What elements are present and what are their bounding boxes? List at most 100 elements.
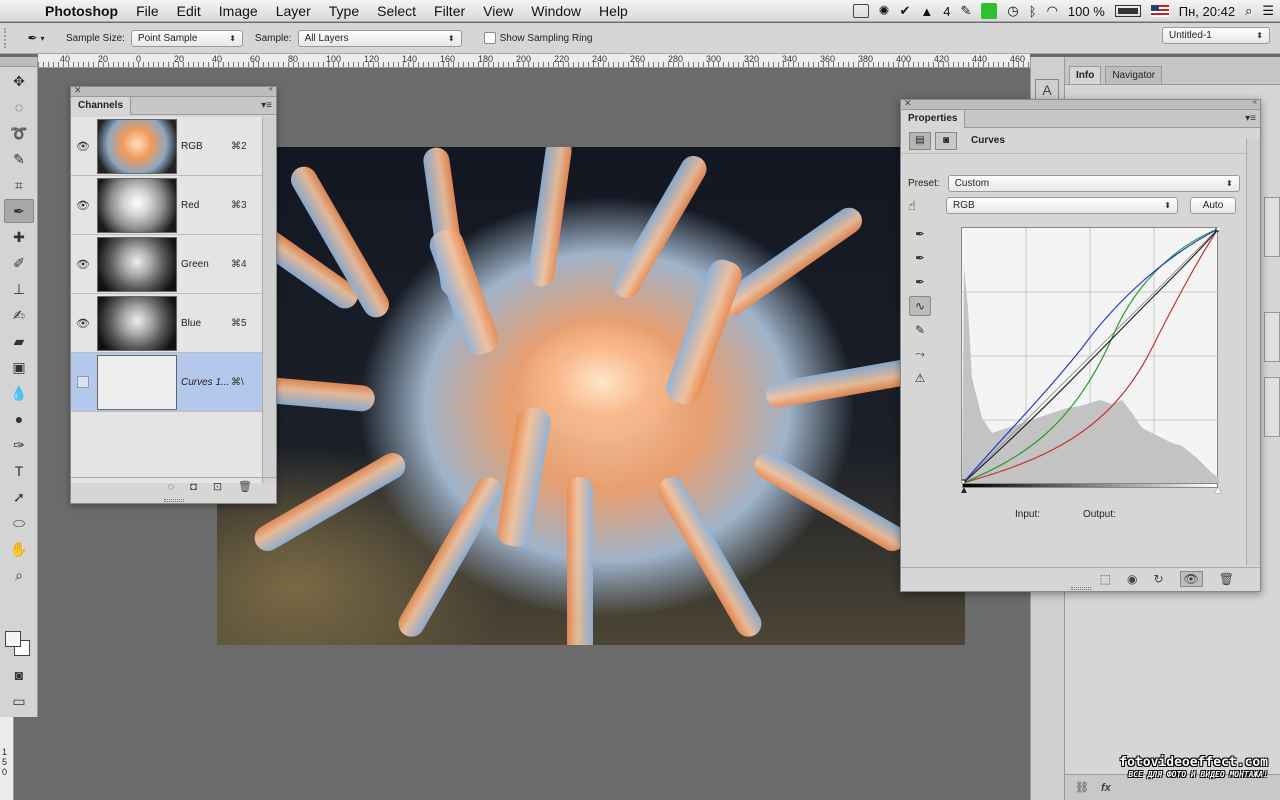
sampling-ring-checkbox[interactable] xyxy=(483,32,496,44)
mask-icon[interactable]: ◙ xyxy=(935,131,957,150)
menu-window[interactable]: Window xyxy=(522,0,590,22)
visibility-toggle[interactable] xyxy=(77,376,89,388)
panel-side-control[interactable] xyxy=(1264,312,1280,362)
marquee-tool-icon[interactable]: ◌ xyxy=(4,95,34,119)
preset-select[interactable]: Custom ⬍ xyxy=(947,175,1240,192)
trash-icon[interactable]: 🗑 xyxy=(1219,572,1234,586)
white-point[interactable] xyxy=(1215,228,1219,232)
hand-tool-icon[interactable]: ✋ xyxy=(4,537,34,561)
panel-menu-icon[interactable]: ▾≡ xyxy=(261,100,272,111)
bluetooth-icon[interactable]: ᛒ xyxy=(1029,4,1037,19)
menu-app-name[interactable]: Photoshop xyxy=(36,0,127,22)
quick-mask-icon[interactable]: ◙ xyxy=(4,663,34,687)
menu-filter[interactable]: Filter xyxy=(425,0,474,22)
blur-tool-icon[interactable]: 💧 xyxy=(4,381,34,405)
document-select[interactable]: Untitled-1 ⬍ xyxy=(1162,27,1270,44)
panel-resize-grip[interactable] xyxy=(1070,587,1091,590)
curves-adjustment-icon[interactable]: ▤ xyxy=(909,131,931,150)
visibility-eye-icon[interactable]: 👁 xyxy=(71,258,95,271)
spotlight-search-icon[interactable]: ⌕ xyxy=(1245,3,1252,19)
white-slider-icon[interactable]: ▲ xyxy=(1213,485,1223,496)
quick-selection-tool-icon[interactable]: ✎ xyxy=(4,147,34,171)
channels-panel-titlebar[interactable]: ✕ « xyxy=(71,84,276,97)
tab-channels[interactable]: Channels xyxy=(71,97,132,115)
black-point-eyedropper-icon[interactable]: ✒ xyxy=(909,224,931,244)
pencil-draw-icon[interactable]: ✎ xyxy=(909,320,931,340)
curves-graph[interactable] xyxy=(961,227,1219,484)
close-icon[interactable]: ✕ xyxy=(904,98,912,109)
reset-icon[interactable]: ↻ xyxy=(1153,572,1163,586)
view-previous-state-icon[interactable]: ◉ xyxy=(1127,572,1137,586)
auto-button[interactable]: Auto xyxy=(1190,197,1236,214)
panel-side-control[interactable] xyxy=(1264,377,1280,437)
visibility-eye-icon[interactable]: 👁 xyxy=(1179,570,1203,587)
input-source-flag-icon[interactable] xyxy=(1150,5,1169,17)
panel-side-control[interactable] xyxy=(1264,197,1280,257)
sample-select[interactable]: All Layers ⬍ xyxy=(297,29,462,47)
menu-select[interactable]: Select xyxy=(368,0,425,22)
clipping-warning-icon[interactable]: ⚠ xyxy=(909,368,931,388)
check-badge-icon[interactable]: ✔ xyxy=(899,3,910,19)
lasso-tool-icon[interactable]: ➰ xyxy=(4,121,34,145)
time-machine-icon[interactable]: ◷ xyxy=(1007,3,1018,19)
channel-row-rgb[interactable]: 👁 RGB ⌘2 xyxy=(71,117,263,176)
green-app-icon[interactable] xyxy=(981,3,998,19)
black-slider-icon[interactable]: ▲ xyxy=(959,485,969,496)
sample-size-select[interactable]: Point Sample ⬍ xyxy=(130,29,243,47)
tool-preset-picker[interactable]: ✒ ▾ xyxy=(18,31,54,45)
properties-scrollbar[interactable] xyxy=(1246,139,1260,565)
load-selection-icon[interactable]: ◌ xyxy=(168,481,175,493)
properties-panel-titlebar[interactable]: ✕ « xyxy=(901,97,1260,110)
gray-point-eyedropper-icon[interactable]: ✒ xyxy=(909,248,931,268)
healing-brush-tool-icon[interactable]: ✚ xyxy=(4,225,34,249)
crop-tool-icon[interactable]: ⌗ xyxy=(4,173,34,197)
type-tool-icon[interactable]: T xyxy=(4,459,34,483)
collapse-icon[interactable]: « xyxy=(1253,97,1257,106)
menu-help[interactable]: Help xyxy=(590,0,637,22)
battery-icon[interactable] xyxy=(1114,5,1141,17)
link-icon[interactable]: ⛓ xyxy=(1075,781,1089,794)
panel-menu-icon[interactable]: ▾≡ xyxy=(1245,113,1256,124)
close-icon[interactable]: ✕ xyxy=(74,85,82,96)
history-brush-tool-icon[interactable]: ✍ xyxy=(4,303,34,327)
visibility-eye-icon[interactable]: 👁 xyxy=(71,140,95,153)
move-tool-icon[interactable]: ✥ xyxy=(4,69,34,93)
menu-image[interactable]: Image xyxy=(210,0,267,22)
channel-row-blue[interactable]: 👁 Blue ⌘5 xyxy=(71,294,263,353)
foreground-color-swatch[interactable] xyxy=(5,631,21,647)
vertical-ruler[interactable]: 1 5 0 xyxy=(0,717,14,800)
channel-row-red[interactable]: 👁 Red ⌘3 xyxy=(71,176,263,235)
save-selection-icon[interactable]: ◘ xyxy=(190,481,197,493)
menu-layer[interactable]: Layer xyxy=(267,0,320,22)
edit-points-curve-icon[interactable]: ∿ xyxy=(909,296,931,316)
menu-type[interactable]: Type xyxy=(320,0,368,22)
wifi-icon[interactable]: ◠ xyxy=(1047,3,1058,19)
path-selection-tool-icon[interactable]: ➚ xyxy=(4,485,34,509)
brightness-icon[interactable]: ✺ xyxy=(879,3,890,19)
menu-view[interactable]: View xyxy=(474,0,522,22)
tab-info[interactable]: Info xyxy=(1069,66,1102,84)
panel-resize-grip[interactable] xyxy=(163,499,184,502)
clip-to-layer-icon[interactable]: ⬚ xyxy=(1100,572,1111,586)
zoom-tool-icon[interactable]: ⌕ xyxy=(4,563,34,587)
fx-icon[interactable]: fx xyxy=(1101,782,1111,794)
brush-tool-icon[interactable]: ✐ xyxy=(4,251,34,275)
ellipse-tool-icon[interactable]: ⬭ xyxy=(4,511,34,535)
eraser-tool-icon[interactable]: ▰ xyxy=(4,329,34,353)
notification-center-icon[interactable]: ☰ xyxy=(1262,3,1274,19)
menu-file[interactable]: File xyxy=(127,0,168,22)
gradient-tool-icon[interactable]: ▣ xyxy=(4,355,34,379)
white-point-eyedropper-icon[interactable]: ✒ xyxy=(909,272,931,292)
tab-navigator[interactable]: Navigator xyxy=(1105,66,1163,84)
channel-row-green[interactable]: 👁 Green ⌘4 xyxy=(71,235,263,294)
channel-select[interactable]: RGB ⬍ xyxy=(946,197,1178,214)
horizontal-ruler[interactable]: 40 20 0 20 40 60 80 100 120 140 160 180 200 220 240 260… xyxy=(38,54,1030,68)
clone-stamp-tool-icon[interactable]: ⊥ xyxy=(4,277,34,301)
dodge-tool-icon[interactable]: ● xyxy=(4,407,34,431)
channels-scrollbar[interactable] xyxy=(262,117,276,483)
pen-tool-icon[interactable]: ✑ xyxy=(4,433,34,457)
character-panel-icon[interactable]: A xyxy=(1035,79,1059,101)
clock[interactable]: Пн, 20:42 xyxy=(1179,4,1235,19)
options-bar-grip[interactable] xyxy=(4,28,10,48)
targeted-adjustment-icon[interactable]: ☝ xyxy=(908,198,934,214)
